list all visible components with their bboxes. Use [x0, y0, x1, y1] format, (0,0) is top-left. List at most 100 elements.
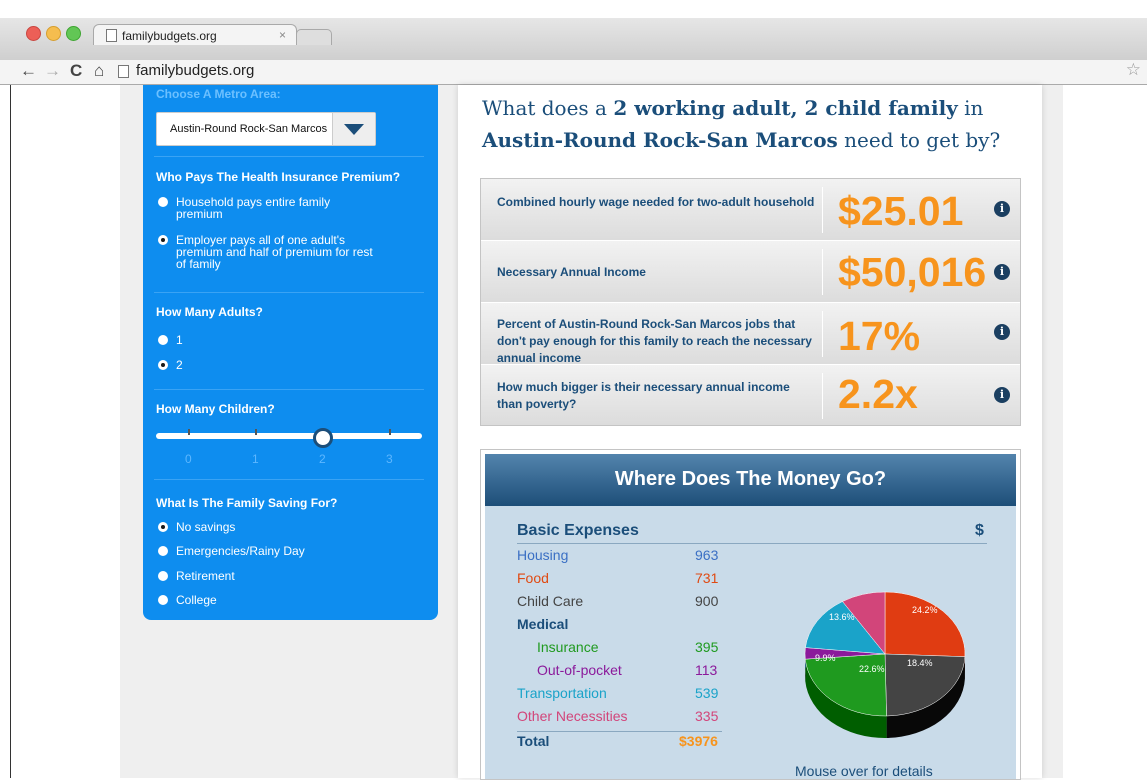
divider: [154, 292, 424, 293]
page-headline: What does a 2 working adult, 2 child fam…: [482, 92, 1002, 156]
stats-table: Combined hourly wage needed for two-adul…: [480, 178, 1021, 426]
tab-title: familybudgets.org: [122, 29, 217, 43]
health-option-household-label[interactable]: Household pays entire familypremium: [176, 196, 330, 220]
money-breakdown-panel: Where Does The Money Go? Basic Expenses …: [480, 449, 1021, 780]
page: Choose A Metro Area: Austin-Round Rock-S…: [0, 85, 1147, 778]
stat-value: $50,016: [838, 249, 986, 296]
slider-tick: [255, 429, 257, 435]
back-arrow-icon[interactable]: ←: [20, 61, 37, 81]
stat-label: Necessary Annual Income: [497, 264, 817, 281]
home-icon[interactable]: ⌂: [94, 61, 104, 81]
expense-value: $3976: [679, 733, 718, 749]
mouse-over-note: Mouse over for details: [795, 763, 933, 779]
expense-pie-chart[interactable]: 24.2% 18.4% 22.6% 9.9% 13.6%: [795, 586, 975, 756]
children-slider-handle[interactable]: [313, 428, 333, 448]
info-icon[interactable]: i: [994, 264, 1010, 280]
dropdown-button[interactable]: [332, 113, 375, 145]
stat-label: Percent of Austin-Round Rock-San Marcos …: [497, 316, 817, 367]
metro-area-label: Choose A Metro Area:: [156, 87, 281, 101]
pie-percent-label: 18.4%: [907, 658, 933, 668]
health-option-household-radio[interactable]: [158, 197, 168, 207]
page-icon: [106, 29, 117, 42]
address-bar[interactable]: familybudgets.org: [136, 62, 254, 79]
expense-label: Other Necessities: [517, 708, 627, 724]
money-breakdown-body: Where Does The Money Go? Basic Expenses …: [485, 454, 1016, 779]
health-option-employer-radio[interactable]: [158, 235, 168, 245]
expense-label: Medical: [517, 616, 568, 632]
options-sidebar: Choose A Metro Area: Austin-Round Rock-S…: [143, 85, 438, 620]
stat-label: How much bigger is their necessary annua…: [497, 379, 817, 413]
pie-percent-label: 13.6%: [829, 612, 855, 622]
expense-value: 335: [695, 708, 718, 724]
adults-title: How Many Adults?: [156, 305, 263, 319]
stat-row: How much bigger is their necessary annua…: [481, 365, 1020, 425]
divider: [822, 187, 823, 233]
page-icon: [118, 65, 129, 78]
children-slider-track[interactable]: [156, 433, 422, 439]
expense-value: 113: [695, 662, 717, 678]
saving-retirement-radio[interactable]: [158, 571, 168, 581]
divider: [154, 389, 424, 390]
stat-row: Percent of Austin-Round Rock-San Marcos …: [481, 303, 1020, 365]
divider: [154, 479, 424, 480]
expense-label: Child Care: [517, 593, 583, 609]
forward-arrow-icon[interactable]: →: [44, 61, 61, 81]
health-insurance-title: Who Pays The Health Insurance Premium?: [156, 170, 400, 184]
info-icon[interactable]: i: [994, 387, 1010, 403]
metro-area-select[interactable]: Austin-Round Rock-San Marcos: [156, 112, 376, 146]
divider: [822, 373, 823, 419]
pie-percent-label: 22.6%: [859, 664, 885, 674]
basic-expenses-heading: Basic Expenses: [517, 522, 639, 540]
pie-percent-label: 9.9%: [815, 653, 836, 663]
browser-toolbar: ← → C ⌂ familybudgets.org ☆: [0, 60, 1147, 85]
slider-label-1: 1: [252, 452, 259, 466]
saving-retirement-label[interactable]: Retirement: [176, 570, 235, 582]
stat-value: $25.01: [838, 188, 963, 235]
metro-area-value: Austin-Round Rock-San Marcos: [170, 123, 327, 135]
info-icon[interactable]: i: [994, 201, 1010, 217]
saving-title: What Is The Family Saving For?: [156, 496, 337, 510]
divider: [517, 731, 722, 732]
saving-emergencies-label[interactable]: Emergencies/Rainy Day: [176, 545, 305, 557]
saving-none-label[interactable]: No savings: [176, 521, 235, 533]
expense-label: Transportation: [517, 685, 607, 701]
pie-percent-label: 24.2%: [912, 605, 938, 615]
expense-value: 395: [695, 639, 718, 655]
saving-emergencies-radio[interactable]: [158, 546, 168, 556]
stat-row: Combined hourly wage needed for two-adul…: [481, 179, 1020, 241]
slider-tick: [188, 429, 190, 435]
saving-college-radio[interactable]: [158, 595, 168, 605]
window-edge: [0, 85, 11, 778]
zoom-window-button[interactable]: [66, 26, 81, 41]
divider: [822, 249, 823, 295]
adults-1-label[interactable]: 1: [176, 334, 183, 346]
close-window-button[interactable]: [26, 26, 41, 41]
tab-close-icon[interactable]: ×: [279, 28, 286, 42]
slider-label-0: 0: [185, 452, 192, 466]
adults-1-radio[interactable]: [158, 335, 168, 345]
pie-slice-housing[interactable]: [885, 592, 965, 657]
expense-label: Out-of-pocket: [537, 662, 622, 678]
adults-2-label[interactable]: 2: [176, 359, 183, 371]
expense-label: Total: [517, 733, 549, 749]
chevron-down-icon: [344, 124, 364, 135]
browser-tab[interactable]: familybudgets.org ×: [93, 24, 297, 45]
info-icon[interactable]: i: [994, 324, 1010, 340]
saving-none-radio[interactable]: [158, 522, 168, 532]
children-title: How Many Children?: [156, 402, 275, 416]
expense-label: Food: [517, 570, 549, 586]
stat-label: Combined hourly wage needed for two-adul…: [497, 194, 817, 211]
expense-value: 731: [695, 570, 718, 586]
new-tab-button[interactable]: [296, 29, 332, 45]
expense-value: 963: [695, 547, 718, 563]
expense-label: Insurance: [537, 639, 598, 655]
adults-2-radio[interactable]: [158, 360, 168, 370]
bookmark-star-icon[interactable]: ☆: [1126, 60, 1141, 80]
saving-college-label[interactable]: College: [176, 594, 217, 606]
minimize-window-button[interactable]: [46, 26, 61, 41]
slider-label-2: 2: [319, 452, 326, 466]
health-option-employer-label[interactable]: Employer pays all of one adult'spremium …: [176, 234, 373, 270]
divider: [154, 156, 424, 157]
stat-row: Necessary Annual Income $50,016 i: [481, 241, 1020, 303]
reload-icon[interactable]: C: [70, 61, 82, 81]
